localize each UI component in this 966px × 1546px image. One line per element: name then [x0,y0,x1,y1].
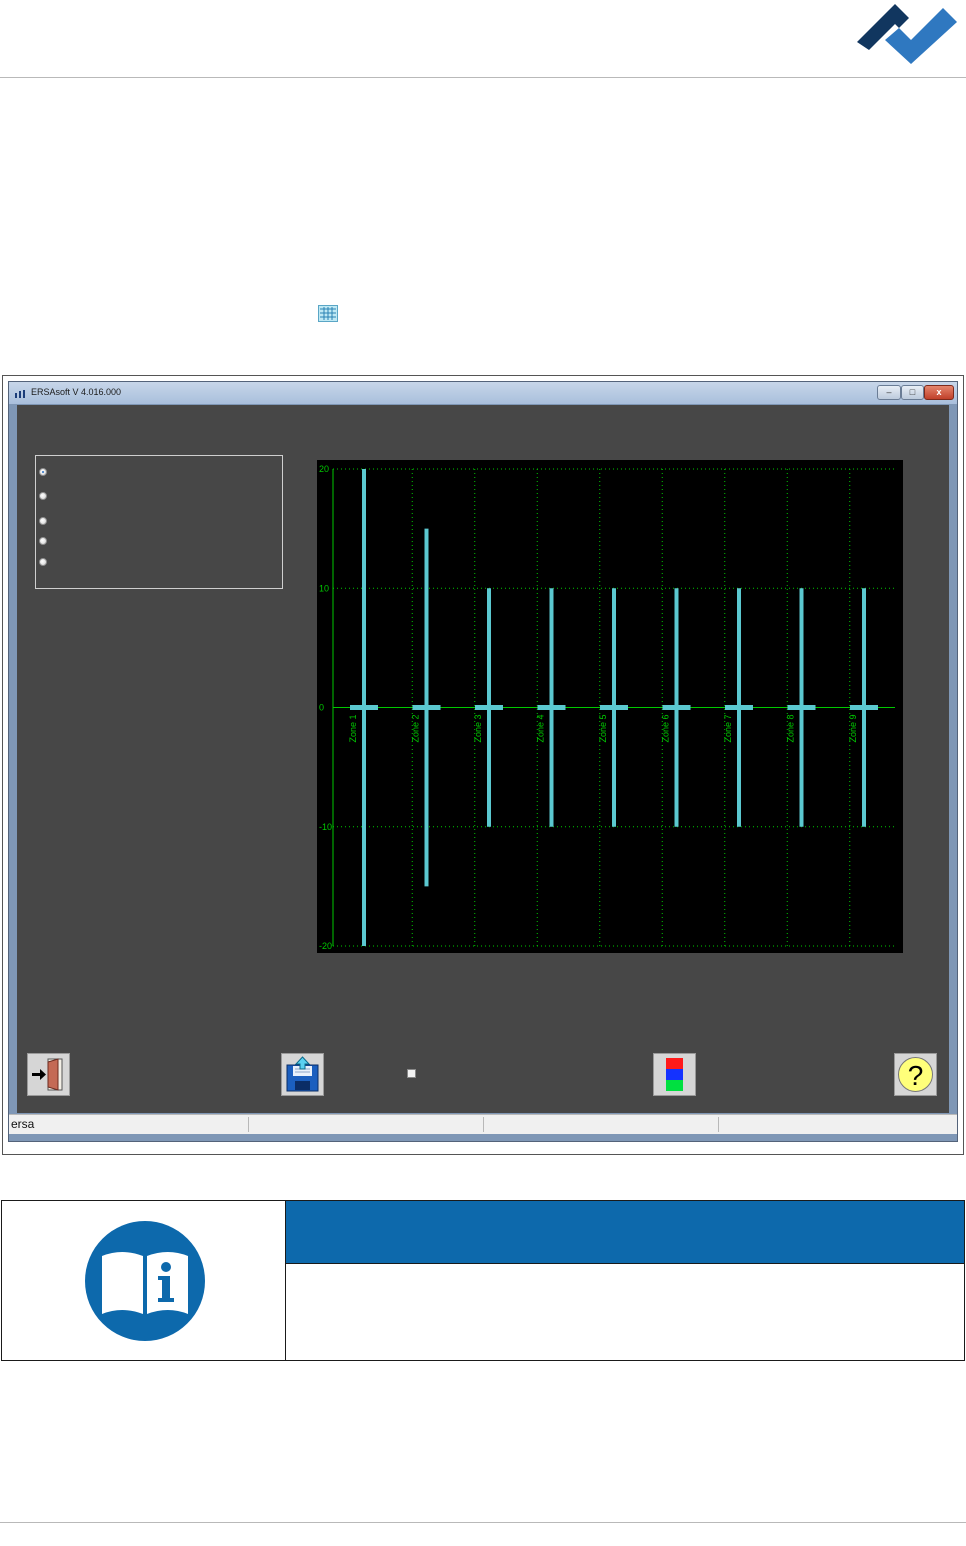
app-window: ERSAsoft V 4.016.000 ‒ □ x 20 10 0 -10 -20 Zo… [8,381,958,1142]
x-tick-label: Zone 4 [536,714,546,742]
status-bar: ersa [9,1114,957,1134]
minimize-button[interactable]: ‒ [877,385,901,400]
zone-setpoint-marker [662,705,691,710]
zone-setpoint-marker [787,705,816,710]
window-titlebar[interactable]: ERSAsoft V 4.016.000 ‒ □ x [9,382,957,404]
view-option-radio-3[interactable] [39,517,47,525]
help-question-icon: ? [895,1054,936,1095]
grid-view-icon [318,305,338,322]
y-tick-label: 0 [319,703,324,713]
y-tick-label: -20 [319,941,332,951]
zone-setpoint-marker [850,705,878,710]
maximize-button[interactable]: □ [901,385,924,400]
view-option-radio-1[interactable] [39,468,47,476]
footer-divider [0,1522,966,1523]
zone-setpoint-marker [537,705,566,710]
chart-canvas: 20 10 0 -10 -20 Zone 1 Zone 2 Zone 3 Zone 4 Zone … [319,464,895,951]
info-header-bar [286,1201,964,1264]
x-tick-label: Zone 6 [661,714,671,742]
x-tick-label: Zone 7 [723,714,733,742]
save-upload-icon [282,1054,323,1095]
svg-text:?: ? [908,1060,924,1091]
client-area: 20 10 0 -10 -20 Zone 1 Zone 2 Zone 3 Zone 4 Zone … [17,405,949,1113]
close-button[interactable]: x [924,385,954,400]
x-tick-label: Zone 2 [411,714,421,742]
exit-button[interactable] [27,1053,70,1096]
window-title: ERSAsoft V 4.016.000 [31,387,122,397]
color-settings-button[interactable] [653,1053,696,1096]
x-tick-label: Zone 9 [848,714,858,742]
view-option-group [35,455,283,589]
zone-setpoint-marker [475,705,503,710]
info-icon-cell [2,1201,286,1360]
read-manual-info-icon [83,1219,207,1343]
color-settings-icon [654,1054,695,1095]
app-icon [15,390,25,398]
y-tick-label: -10 [319,822,332,832]
status-cell-3 [484,1117,719,1132]
y-tick-label: 20 [319,464,329,474]
view-option-radio-5[interactable] [39,558,47,566]
zone-tolerance-chart: 20 10 0 -10 -20 Zone 1 Zone 2 Zone 3 Zone 4 Zone … [317,460,903,953]
view-option-radio-2[interactable] [39,492,47,500]
y-tick-label: 10 [319,583,329,593]
exit-door-icon [28,1054,69,1095]
help-button[interactable]: ? [894,1053,937,1096]
status-cell-1: ersa [9,1117,249,1132]
x-tick-label: Zone 3 [473,714,483,742]
zone-setpoint-marker [350,705,378,710]
status-cell-2 [249,1117,484,1132]
status-cell-4 [719,1117,944,1132]
zone-setpoint-marker [412,705,441,710]
option-checkbox[interactable] [407,1069,416,1078]
header-divider [0,77,966,78]
x-tick-label: Zone 5 [598,714,608,742]
view-option-radio-4[interactable] [39,537,47,545]
x-tick-label: Zone 1 [348,714,358,742]
save-button[interactable] [281,1053,324,1096]
zone-setpoint-marker [600,705,628,710]
x-tick-label: Zone 8 [786,714,796,742]
info-note-box [1,1200,965,1361]
brand-logo-icon [857,4,957,64]
zone-setpoint-marker [725,705,753,710]
